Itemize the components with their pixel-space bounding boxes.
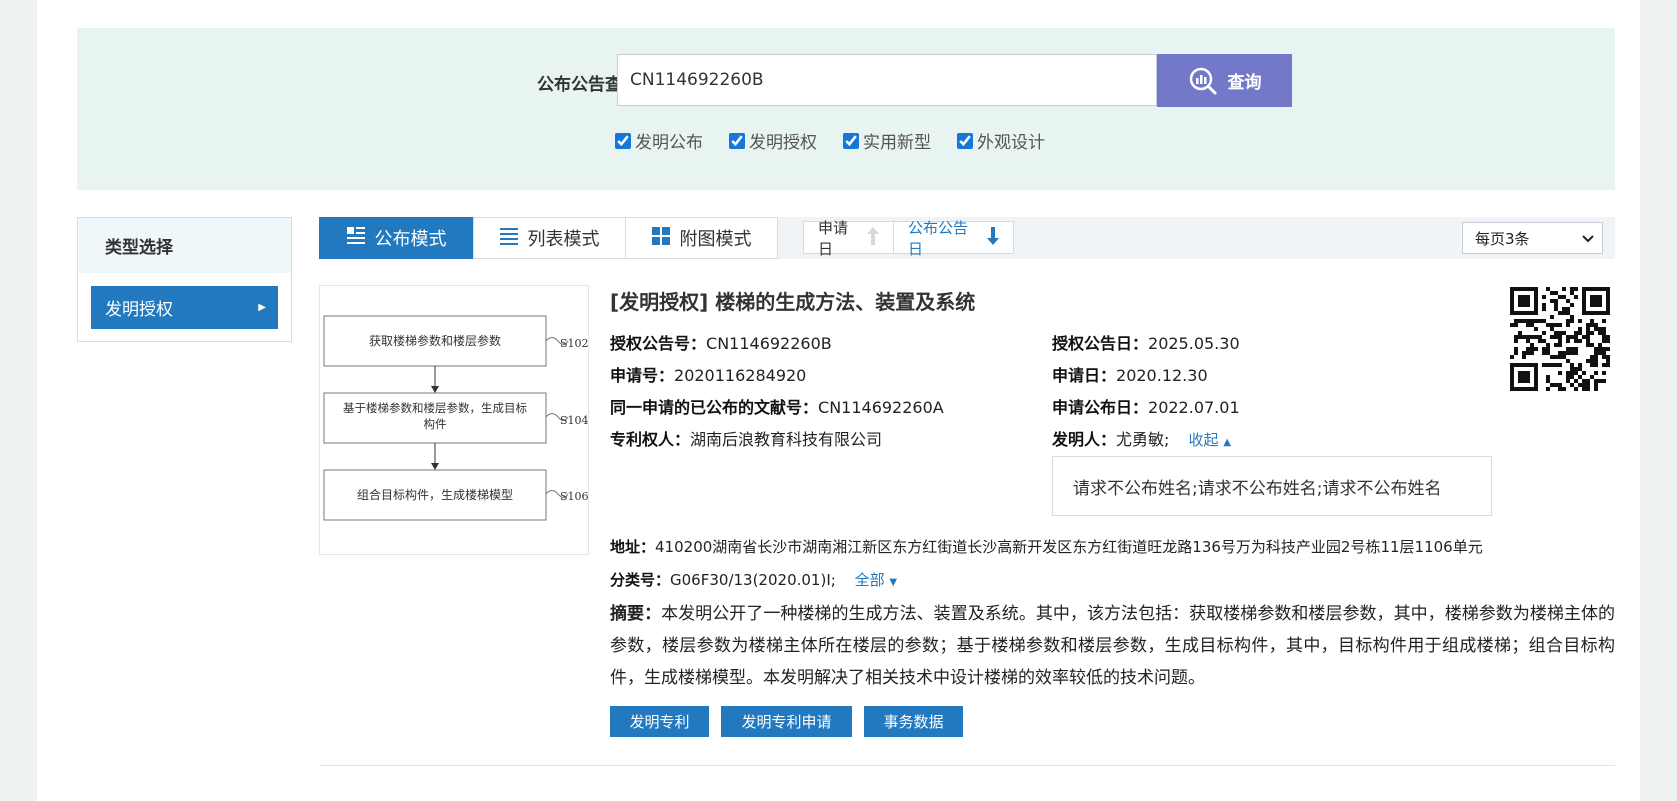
filter-checkbox[interactable] <box>843 132 859 149</box>
chevron-down-icon <box>1582 229 1594 247</box>
sort-label: 公布公告日 <box>908 218 969 258</box>
per-page-value: 每页3条 <box>1475 229 1530 248</box>
field-label: 申请号： <box>610 366 675 385</box>
filter-label: 实用新型 <box>863 133 931 153</box>
flow-tag-1: S102 <box>560 337 588 350</box>
caret-down-icon: ▼ <box>889 577 898 588</box>
inventor-more: 请求不公布姓名;请求不公布姓名;请求不公布姓名 <box>1073 478 1442 499</box>
svg-text:基于楼梯参数和楼层参数，生成目标: 基于楼梯参数和楼层参数，生成目标 <box>343 401 527 415</box>
field-value: 尤勇敏; <box>1116 430 1170 449</box>
result-figure[interactable]: 获取楼梯参数和楼层参数 S102 基于楼梯参数和楼层参数，生成目标 构件 S10… <box>319 285 589 555</box>
type-sidebar: 类型选择 发明授权 ▶ <box>77 217 292 342</box>
sort-label: 申请日 <box>818 218 849 258</box>
sidebar-item-invention-grant[interactable]: 发明授权 ▶ <box>91 286 278 329</box>
filter-design[interactable]: 外观设计 <box>957 128 1045 153</box>
flowchart-figure: 获取楼梯参数和楼层参数 S102 基于楼梯参数和楼层参数，生成目标 构件 S10… <box>323 315 588 521</box>
invention-application-button[interactable]: 发明专利申请 <box>721 706 852 737</box>
per-page-select[interactable]: 每页3条 <box>1462 222 1603 254</box>
filter-label: 发明授权 <box>749 133 817 153</box>
address-field: 地址：410200湖南省长沙市湖南湘江新区东方红街道长沙高新开发区东方红街道旺龙… <box>610 536 1483 557</box>
grant-date-field: 授权公告日：2025.05.30 <box>1052 330 1240 354</box>
search-panel: 公布公告查询 查询 发明公布 发明授权 实用新型 外观设计 <box>77 28 1615 190</box>
field-label: 专利权人： <box>610 430 691 449</box>
field-value: G06F30/13(2020.01)I; <box>670 571 836 589</box>
caret-up-icon: ▲ <box>1223 437 1232 448</box>
abstract-text: 本发明公开了一种楼梯的生成方法、装置及系统。其中，该方法包括：获取楼梯参数和楼层… <box>610 604 1616 688</box>
flow-tag-3: S106 <box>560 490 588 503</box>
grid-icon <box>651 226 670 250</box>
app-date-field: 申请日：2020.12.30 <box>1052 362 1208 386</box>
view-toolbar: 公布模式 列表模式 附图模式 申请日 公布公告日 每页3条 <box>319 217 1615 259</box>
field-label: 授权公告号： <box>610 334 707 353</box>
show-all-link[interactable]: 全部 ▼ <box>855 571 898 589</box>
patentee-field: 专利权人：湖南后浪教育科技有限公司 <box>610 426 882 450</box>
field-label: 地址： <box>610 538 656 556</box>
transaction-data-button[interactable]: 事务数据 <box>864 706 963 737</box>
search-button-label: 查询 <box>1227 73 1262 92</box>
field-value: 湖南后浪教育科技有限公司 <box>690 430 883 449</box>
result-title[interactable]: [发明授权] 楼梯的生成方法、装置及系统 <box>610 286 975 315</box>
filter-checkbox[interactable] <box>615 132 631 149</box>
search-chart-icon <box>1188 66 1218 96</box>
field-label: 发明人： <box>1052 430 1117 449</box>
flow-step-3: 组合目标构件，生成楼梯模型 <box>357 487 513 502</box>
pub-date-field: 申请公布日：2022.07.01 <box>1052 394 1240 418</box>
tab-label: 列表模式 <box>527 229 600 250</box>
sort-application-date[interactable]: 申请日 <box>803 219 894 258</box>
invention-patent-button[interactable]: 发明专利 <box>610 706 709 737</box>
field-value: CN114692260B <box>706 334 832 353</box>
tab-label: 公布模式 <box>374 229 447 250</box>
list-icon <box>499 227 518 250</box>
search-input[interactable] <box>617 54 1157 106</box>
field-label: 申请日： <box>1052 366 1117 385</box>
field-label: 同一申请的已公布的文献号： <box>610 398 819 417</box>
field-value: 2020116284920 <box>674 366 807 385</box>
filter-label: 外观设计 <box>977 133 1045 153</box>
abstract: 摘要：本发明公开了一种楼梯的生成方法、装置及系统。其中，该方法包括：获取楼梯参数… <box>610 598 1615 694</box>
svg-text:构件: 构件 <box>424 417 447 431</box>
same-app-field: 同一申请的已公布的文献号：CN114692260A <box>610 394 944 418</box>
filter-invention-grant[interactable]: 发明授权 <box>729 128 817 153</box>
tab-list-mode[interactable]: 列表模式 <box>473 217 626 259</box>
inventor-expanded-box: 请求不公布姓名;请求不公布姓名;请求不公布姓名 <box>1052 456 1492 516</box>
field-value: 410200湖南省长沙市湖南湘江新区东方红街道长沙高新开发区东方红街道旺龙路13… <box>655 538 1483 556</box>
filter-utility-model[interactable]: 实用新型 <box>843 128 931 153</box>
caret-right-icon: ▶ <box>258 302 266 313</box>
sidebar-heading: 类型选择 <box>78 218 291 273</box>
field-label: 申请公布日： <box>1052 398 1149 417</box>
inventor-field: 发明人：尤勇敏; 收起 ▲ <box>1052 426 1231 450</box>
sidebar-item-label: 发明授权 <box>105 300 173 320</box>
divider <box>319 765 1615 766</box>
tab-figure-mode[interactable]: 附图模式 <box>625 217 778 259</box>
tab-label: 附图模式 <box>679 229 752 250</box>
flow-tag-2: S104 <box>560 414 588 427</box>
search-button[interactable]: 查询 <box>1157 54 1292 107</box>
collapse-link[interactable]: 收起 ▲ <box>1189 431 1232 449</box>
collapse-label: 收起 <box>1188 431 1219 449</box>
type-filters: 发明公布 发明授权 实用新型 外观设计 <box>615 128 1045 153</box>
grant-no-field: 授权公告号：CN114692260B <box>610 330 832 354</box>
filter-checkbox[interactable] <box>957 132 973 149</box>
field-value: 2025.05.30 <box>1148 334 1240 353</box>
abstract-label: 摘要： <box>610 604 662 624</box>
qr-code-icon <box>1510 287 1610 391</box>
filter-invention-publication[interactable]: 发明公布 <box>615 128 703 153</box>
sort-publication-date[interactable]: 公布公告日 <box>893 219 1014 258</box>
arrow-up-icon <box>867 226 879 249</box>
doc-list-icon <box>346 226 365 250</box>
tab-publication-mode[interactable]: 公布模式 <box>319 217 474 259</box>
filter-label: 发明公布 <box>635 133 703 153</box>
field-value: 2022.07.01 <box>1148 398 1240 417</box>
classification-field: 分类号：G06F30/13(2020.01)I; 全部 ▼ <box>610 569 897 590</box>
field-label: 分类号： <box>610 571 671 589</box>
app-no-field: 申请号：2020116284920 <box>610 362 806 386</box>
page: 公布公告查询 查询 发明公布 发明授权 实用新型 外观设计 类型选择 <box>37 0 1640 801</box>
field-label: 授权公告日： <box>1052 334 1149 353</box>
filter-checkbox[interactable] <box>729 132 745 149</box>
field-value: CN114692260A <box>818 398 944 417</box>
flow-step-1: 获取楼梯参数和楼层参数 <box>369 333 501 348</box>
show-all-label: 全部 <box>854 571 885 589</box>
field-value: 2020.12.30 <box>1116 366 1208 385</box>
arrow-down-icon <box>987 226 999 249</box>
